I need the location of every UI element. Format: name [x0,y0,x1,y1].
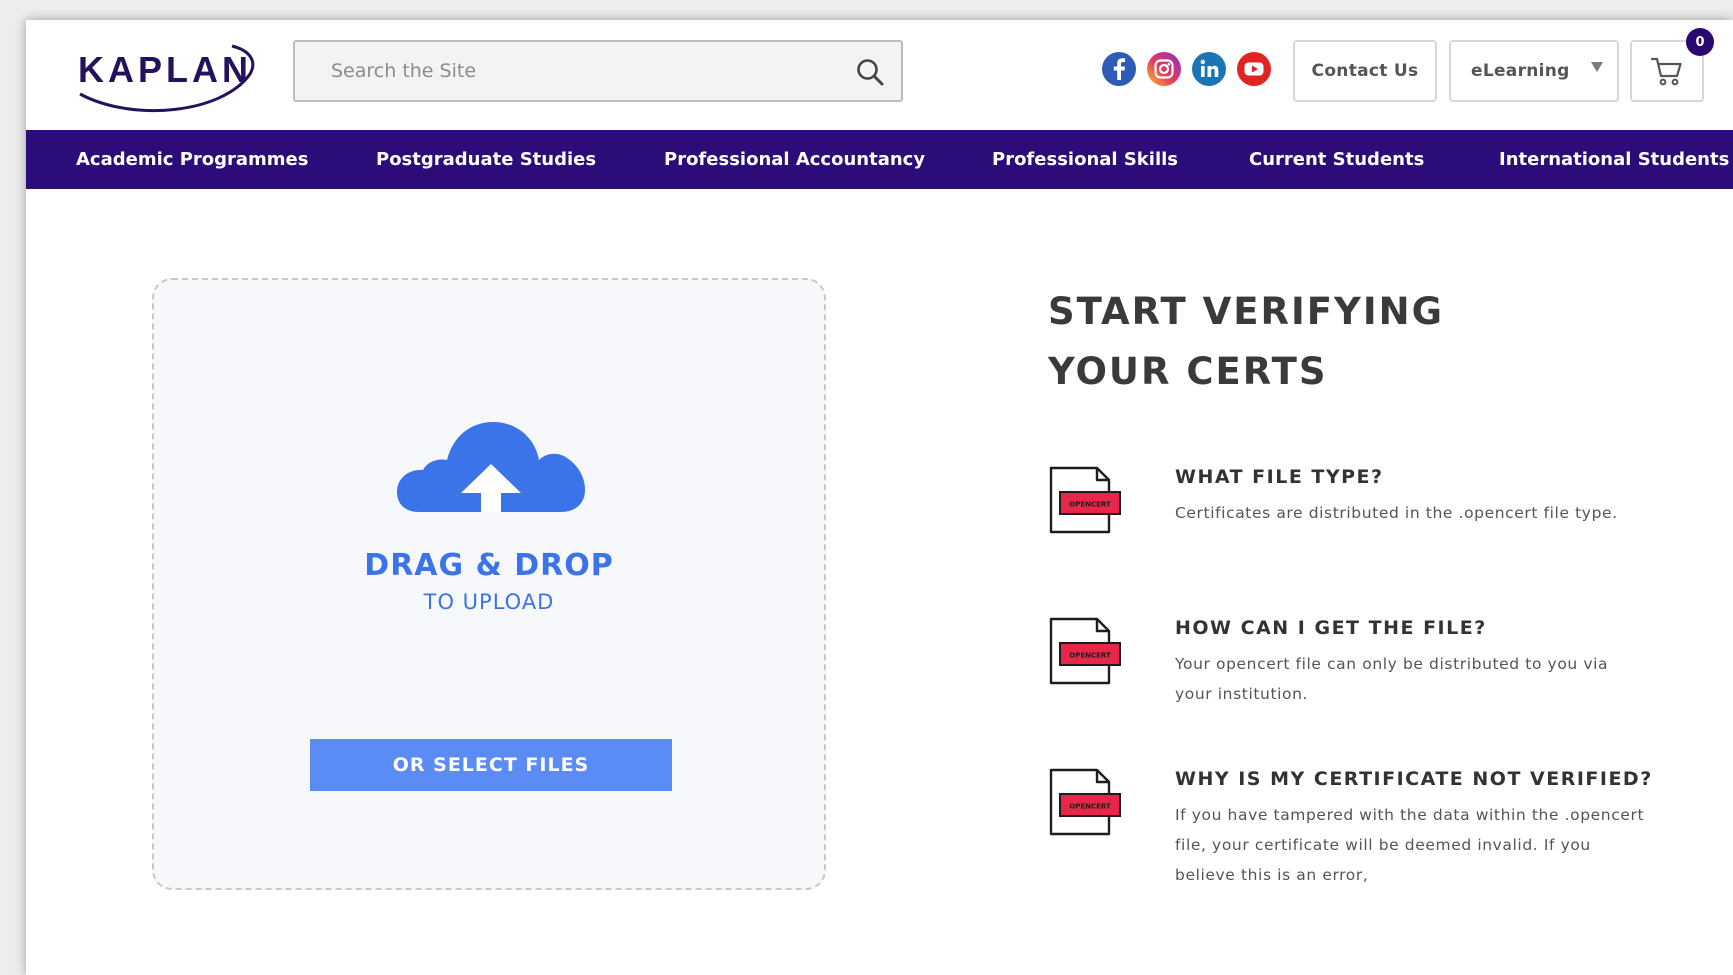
page-title: START VERIFYING YOUR CERTS [1048,282,1568,402]
opencert-file-icon: OPENCERT [1049,768,1121,836]
select-files-button[interactable]: OR SELECT FILES [310,739,672,791]
svg-text:OPENCERT: OPENCERT [1069,652,1111,660]
search-box [293,40,903,102]
nav-postgraduate-studies[interactable]: Postgraduate Studies [376,130,596,189]
contact-us-button[interactable]: Contact Us [1293,40,1437,102]
youtube-icon[interactable] [1236,51,1272,87]
drag-drop-subtitle: TO UPLOAD [423,590,555,614]
elearning-select[interactable]: eLearning [1449,40,1619,102]
nav-professional-accountancy[interactable]: Professional Accountancy [664,130,925,189]
svg-text:OPENCERT: OPENCERT [1069,501,1111,509]
svg-text:OPENCERT: OPENCERT [1069,803,1111,811]
opencert-file-icon: OPENCERT [1049,617,1121,685]
info-heading: WHAT FILE TYPE? [1175,466,1384,488]
search-icon[interactable] [855,57,885,87]
search-input[interactable] [295,42,835,100]
info-text: Your opencert file can only be distribut… [1175,655,1609,703]
instagram-icon[interactable] [1146,51,1182,87]
chevron-down-icon [1591,62,1603,72]
page-title-line-2: YOUR CERTS [1048,350,1328,393]
linkedin-icon[interactable] [1191,51,1227,87]
cloud-upload-icon [397,422,585,512]
info-text: Certificates are distributed in the .ope… [1175,504,1618,522]
page-title-line-1: START VERIFYING [1048,290,1444,333]
cart-count-badge: 0 [1686,28,1714,56]
info-text: If you have tampered with the data withi… [1175,806,1645,884]
elearning-label: eLearning [1471,61,1570,81]
contact-us-label: Contact Us [1311,61,1419,81]
cart-icon [1650,57,1682,86]
kaplan-logo[interactable]: KAPLAN [72,38,262,124]
main-nav: Academic Programmes Postgraduate Studies… [26,130,1733,189]
upload-dropzone[interactable]: DRAG & DROP TO UPLOAD OR SELECT FILES [152,278,826,890]
nav-professional-skills[interactable]: Professional Skills [992,130,1178,189]
opencert-file-icon: OPENCERT [1049,466,1121,534]
nav-current-students[interactable]: Current Students [1249,130,1424,189]
nav-international-students[interactable]: International Students [1499,130,1729,189]
site-header: KAPLAN Search the Site Contact Us eLearn… [26,20,1733,130]
drag-drop-title: DRAG & DROP [364,548,614,583]
svg-text:KAPLAN: KAPLAN [78,49,252,90]
info-heading: HOW CAN I GET THE FILE? [1175,617,1487,639]
nav-academic-programmes[interactable]: Academic Programmes [76,130,308,189]
page: KAPLAN Search the Site Contact Us eLearn… [26,20,1733,975]
info-heading: WHY IS MY CERTIFICATE NOT VERIFIED? [1175,768,1653,790]
facebook-icon[interactable] [1101,51,1137,87]
